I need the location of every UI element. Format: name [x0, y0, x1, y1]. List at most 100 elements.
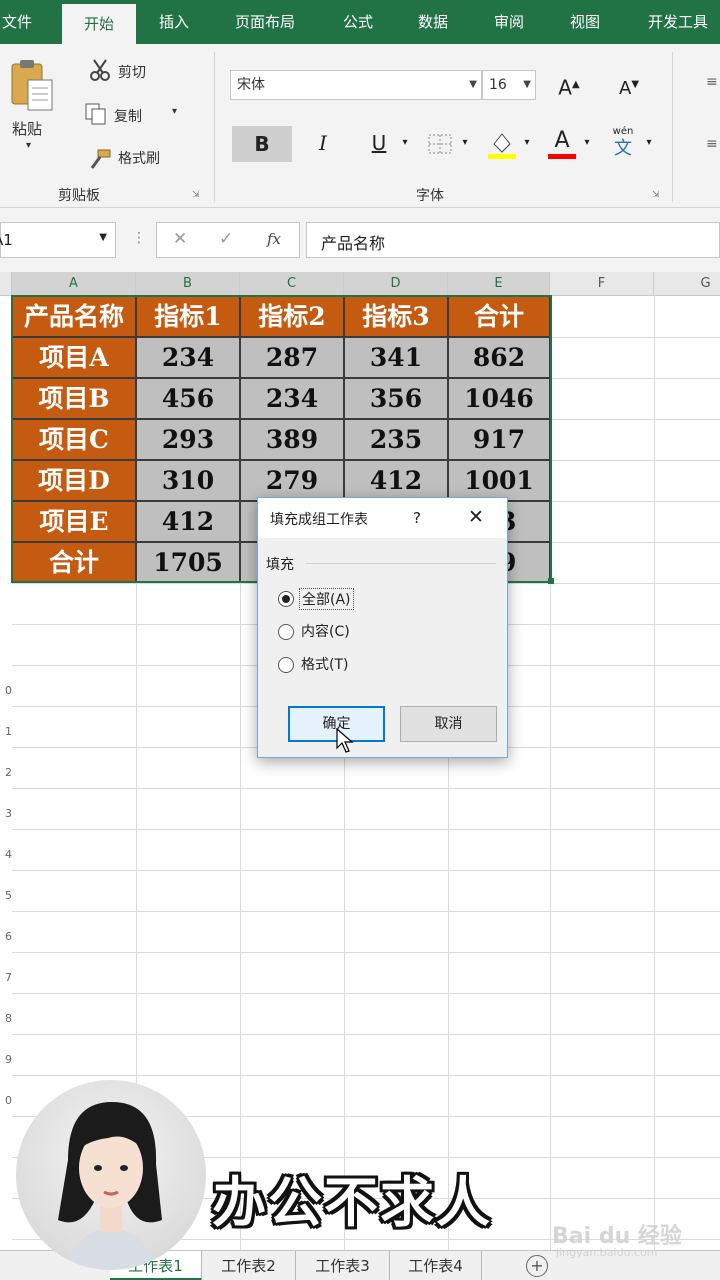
table-header-cell[interactable]: 指标1 [136, 296, 240, 337]
value-cell[interactable]: 1046 [448, 378, 550, 419]
row-label-cell[interactable]: 项目A [12, 337, 136, 378]
align-icon[interactable]: ≡ [706, 136, 720, 152]
underline-button[interactable]: U [364, 126, 394, 160]
radio-all[interactable] [278, 591, 294, 607]
radio-formats[interactable] [278, 657, 294, 673]
cancel-button[interactable]: 取消 [400, 706, 497, 742]
row-number[interactable]: 8 [0, 1012, 12, 1025]
phonetic-button[interactable]: wén 文 [608, 126, 638, 162]
menu-tab-home[interactable]: 开始 [62, 4, 136, 44]
menu-tab-formulas[interactable]: 公式 [330, 0, 386, 44]
value-cell[interactable]: 356 [344, 378, 448, 419]
value-cell[interactable]: 235 [344, 419, 448, 460]
table-header-cell[interactable]: 产品名称 [12, 296, 136, 337]
menu-tab-insert[interactable]: 插入 [146, 0, 202, 44]
add-sheet-icon[interactable]: + [526, 1255, 548, 1277]
value-cell[interactable]: 1001 [448, 460, 550, 501]
copy-icon[interactable] [84, 102, 108, 126]
paste-dropdown-icon[interactable]: ▾ [26, 140, 31, 151]
row-label-cell[interactable]: 合计 [12, 542, 136, 583]
enter-icon[interactable]: ✓ [219, 229, 233, 249]
fill-dropdown-icon[interactable]: ▾ [520, 126, 534, 160]
value-cell[interactable]: 412 [136, 501, 240, 542]
dialog-titlebar[interactable]: 填充成组工作表 ? ✕ [258, 498, 507, 538]
value-cell[interactable]: 287 [240, 337, 344, 378]
border-dropdown-icon[interactable]: ▾ [458, 126, 472, 160]
menu-tab-data[interactable]: 数据 [404, 0, 462, 44]
paste-button[interactable] [10, 58, 56, 114]
table-header-cell[interactable]: 合计 [448, 296, 550, 337]
column-header-b[interactable]: B [136, 272, 240, 296]
menu-tab-file[interactable]: 文件 [0, 0, 34, 44]
font-color-button[interactable]: A [548, 128, 576, 160]
table-header-cell[interactable]: 指标2 [240, 296, 344, 337]
table-header-cell[interactable]: 指标3 [344, 296, 448, 337]
border-icon[interactable] [428, 134, 452, 154]
sheet-tab-3[interactable]: 工作表3 [296, 1251, 390, 1280]
row-number[interactable]: 4 [0, 848, 12, 861]
row-label-cell[interactable]: 项目B [12, 378, 136, 419]
column-header-f[interactable]: F [550, 272, 654, 296]
help-icon[interactable]: ? [413, 509, 421, 527]
radio-contents-label[interactable]: 内容(C) [301, 621, 350, 641]
value-cell[interactable]: 310 [136, 460, 240, 501]
row-number[interactable]: 9 [0, 1053, 12, 1066]
value-cell[interactable]: 1705 [136, 542, 240, 583]
format-painter-icon[interactable] [88, 148, 112, 170]
column-header-e[interactable]: E [448, 272, 550, 296]
select-all-corner[interactable] [0, 272, 12, 296]
radio-contents[interactable] [278, 624, 294, 640]
value-cell[interactable]: 917 [448, 419, 550, 460]
value-cell[interactable]: 234 [240, 378, 344, 419]
value-cell[interactable]: 862 [448, 337, 550, 378]
value-cell[interactable]: 234 [136, 337, 240, 378]
value-cell[interactable]: 456 [136, 378, 240, 419]
shrink-font-button[interactable]: A▼ [616, 68, 642, 102]
sheet-tab-2[interactable]: 工作表2 [202, 1251, 296, 1280]
chevron-down-icon[interactable]: ▼ [99, 232, 107, 243]
value-cell[interactable]: 279 [240, 460, 344, 501]
column-header-g[interactable]: G [654, 272, 720, 296]
copy-label[interactable]: 复制 [114, 106, 142, 126]
close-icon[interactable]: ✕ [468, 506, 484, 528]
menu-tab-page-layout[interactable]: 页面布局 [222, 0, 308, 44]
fill-handle[interactable] [548, 578, 554, 584]
row-number[interactable]: 5 [0, 889, 12, 902]
column-header-d[interactable]: D [344, 272, 448, 296]
menu-tab-view[interactable]: 视图 [556, 0, 614, 44]
row-number[interactable]: 3 [0, 807, 12, 820]
value-cell[interactable]: 412 [344, 460, 448, 501]
column-header-a[interactable]: A [12, 272, 136, 296]
font-color-dropdown-icon[interactable]: ▾ [580, 126, 594, 160]
menu-tab-developer[interactable]: 开发工具 [636, 0, 720, 44]
copy-dropdown-icon[interactable]: ▾ [172, 106, 177, 117]
clipboard-launcher-icon[interactable]: ⇲ [192, 190, 200, 200]
menu-tab-review[interactable]: 审阅 [480, 0, 538, 44]
format-painter-label[interactable]: 格式刷 [118, 148, 160, 168]
formula-input[interactable]: 产品名称 [306, 222, 720, 258]
row-number[interactable]: 0 [0, 684, 12, 697]
radio-formats-label[interactable]: 格式(T) [301, 654, 348, 674]
row-number[interactable]: 6 [0, 930, 12, 943]
italic-button[interactable]: I [308, 126, 338, 160]
font-name-combo[interactable]: 宋体 ▼ [230, 70, 482, 100]
row-label-cell[interactable]: 项目E [12, 501, 136, 542]
grow-font-button[interactable]: A▲ [556, 68, 582, 102]
row-number[interactable]: 7 [0, 971, 12, 984]
cut-label[interactable]: 剪切 [118, 62, 146, 82]
row-number[interactable]: 0 [0, 1094, 12, 1107]
radio-all-label[interactable]: 全部(A) [299, 588, 354, 610]
value-cell[interactable]: 341 [344, 337, 448, 378]
column-header-c[interactable]: C [240, 272, 344, 296]
font-launcher-icon[interactable]: ⇲ [652, 190, 660, 200]
bold-button[interactable]: B [232, 126, 292, 162]
value-cell[interactable]: 389 [240, 419, 344, 460]
font-size-combo[interactable]: 16 ▼ [482, 70, 536, 100]
row-label-cell[interactable]: 项目D [12, 460, 136, 501]
fill-color-icon[interactable] [488, 130, 516, 160]
row-number[interactable]: 1 [0, 725, 12, 738]
scissors-icon[interactable] [88, 58, 112, 82]
align-icon[interactable]: ≡ [706, 74, 720, 90]
value-cell[interactable]: 293 [136, 419, 240, 460]
insert-function-icon[interactable]: fx [267, 230, 281, 248]
